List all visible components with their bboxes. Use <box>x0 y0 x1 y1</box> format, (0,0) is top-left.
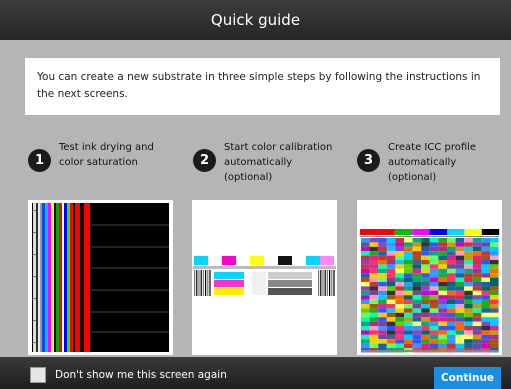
step-2-description: Start color calibration automatically (o… <box>224 140 332 185</box>
page-title: Quick guide <box>210 11 301 29</box>
step-1-description: Test ink drying and color saturation <box>59 140 154 170</box>
intro-box: You can create a new substrate in three … <box>25 58 500 115</box>
step-2-line-1: Start color calibration <box>224 142 333 153</box>
step-2: 2 Start color calibration automatically … <box>193 140 332 185</box>
step-number-3: 3 <box>357 149 380 172</box>
step-3-line-1: Create ICC profile <box>388 142 477 153</box>
step-1: 1 Test ink drying and color saturation <box>28 140 154 172</box>
step-3-line-3: (optional) <box>388 172 437 183</box>
step-1-line-1: Test ink drying and <box>59 142 154 153</box>
step-3: 3 Create ICC profile automatically (opti… <box>357 140 476 185</box>
step-number-2: 2 <box>193 149 216 172</box>
intro-text: You can create a new substrate in three … <box>37 71 481 100</box>
bottom-bar: Don't show me this screen again Continue <box>0 357 511 389</box>
step-3-description: Create ICC profile automatically (option… <box>388 140 476 185</box>
icc-profile-image <box>357 200 502 355</box>
ink-drying-test-image <box>28 200 173 355</box>
dont-show-again-checkbox[interactable] <box>30 367 46 383</box>
dont-show-again-label: Don't show me this screen again <box>55 369 227 381</box>
title-bar: Quick guide <box>0 0 511 40</box>
step-3-line-2: automatically <box>388 157 457 168</box>
color-calibration-image <box>192 200 337 355</box>
continue-button[interactable]: Continue <box>434 367 501 389</box>
step-2-line-2: automatically <box>224 157 293 168</box>
step-1-line-2: color saturation <box>59 157 138 168</box>
step-number-1: 1 <box>28 149 51 172</box>
step-2-line-3: (optional) <box>224 172 273 183</box>
